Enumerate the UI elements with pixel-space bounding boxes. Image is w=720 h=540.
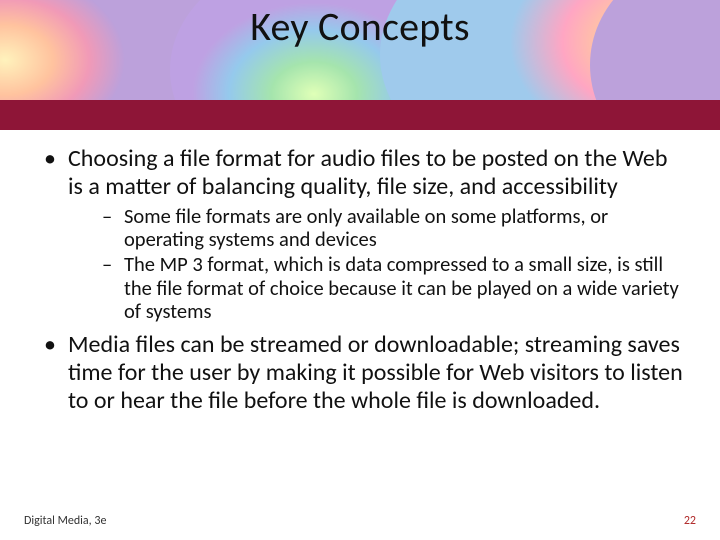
bullet-list: Choosing a file format for audio files t… <box>38 145 686 415</box>
slide-body: Choosing a file format for audio files t… <box>38 145 686 421</box>
sub-bullet-list: Some file formats are only available on … <box>68 205 686 324</box>
sub-bullet-text: The MP 3 format, which is data compresse… <box>124 251 679 324</box>
slide-title: Key Concepts <box>0 2 720 51</box>
bullet-text: Choosing a file format for audio files t… <box>68 144 667 201</box>
sub-bullet-item: The MP 3 format, which is data compresse… <box>68 253 686 323</box>
bullet-item: Media files can be streamed or downloada… <box>38 331 686 414</box>
sub-bullet-item: Some file formats are only available on … <box>68 205 686 252</box>
footer-source: Digital Media, 3e <box>24 514 106 528</box>
bullet-item: Choosing a file format for audio files t… <box>38 145 686 323</box>
accent-bar <box>0 100 720 130</box>
sub-bullet-text: Some file formats are only available on … <box>124 203 608 252</box>
bullet-text: Media files can be streamed or downloada… <box>68 330 683 415</box>
slide: Key Concepts Choosing a file format for … <box>0 0 720 540</box>
footer-page-number: 22 <box>684 514 696 528</box>
